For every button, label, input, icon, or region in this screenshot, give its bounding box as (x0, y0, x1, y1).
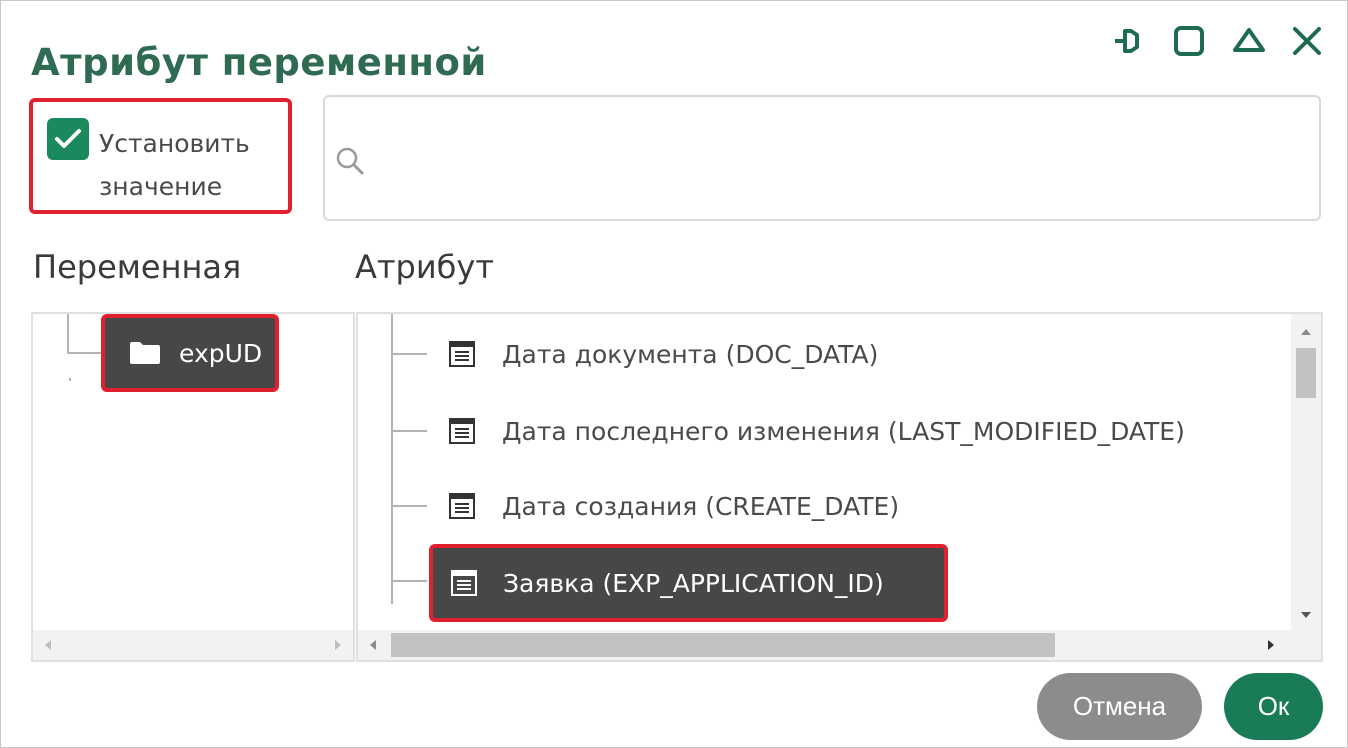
set-value-label[interactable]: Установить значение (99, 122, 279, 208)
dialog-title: Атрибут переменной (31, 41, 487, 84)
tree-connector (391, 430, 427, 432)
table-icon (448, 492, 476, 520)
checkmark-icon (55, 129, 81, 148)
folder-icon (129, 341, 161, 365)
attribute-item[interactable]: Дата документа (DOC_DATA) (448, 334, 878, 374)
variable-column-header: Переменная (33, 248, 242, 286)
scroll-right-arrow-icon[interactable] (335, 640, 341, 650)
attribute-vertical-scrollbar[interactable] (1291, 314, 1321, 630)
tree-node-label: expUD (179, 338, 263, 368)
scroll-down-arrow-icon[interactable] (1301, 612, 1311, 618)
tree-node-expud[interactable]: expUD (101, 314, 279, 392)
maximize-icon (1174, 26, 1204, 56)
collapse-icon (1233, 28, 1265, 52)
scroll-left-arrow-icon[interactable] (45, 640, 51, 650)
table-icon (448, 417, 476, 445)
scroll-right-arrow-icon[interactable] (1268, 640, 1274, 650)
attribute-horizontal-scrollbar[interactable] (358, 630, 1321, 660)
attribute-item-label: Заявка (EXP_APPLICATION_ID) (503, 568, 884, 598)
attribute-item-label: Дата последнего изменения (LAST_MODIFIED… (502, 416, 1185, 446)
attribute-tree-panel: Дата документа (DOC_DATA) Дата последнег… (356, 312, 1323, 662)
tree-connector (69, 378, 71, 381)
tree-connector (391, 580, 427, 582)
close-icon (1293, 27, 1321, 55)
tree-connector (391, 353, 427, 355)
search-icon (336, 147, 364, 175)
scroll-left-arrow-icon[interactable] (370, 640, 376, 650)
ok-button[interactable]: Ок (1224, 673, 1323, 740)
scroll-up-arrow-icon[interactable] (1301, 329, 1311, 335)
horizontal-scroll-thumb[interactable] (391, 633, 1055, 657)
set-value-checkbox[interactable] (47, 118, 89, 160)
attribute-item-label: Дата документа (DOC_DATA) (502, 339, 879, 369)
set-value-highlight: Установить значение (29, 98, 292, 214)
pin-button[interactable] (1109, 19, 1153, 63)
attribute-item[interactable]: Дата создания (CREATE_DATE) (448, 486, 899, 526)
attribute-item-label: Дата создания (CREATE_DATE) (502, 491, 900, 521)
close-button[interactable] (1285, 19, 1329, 63)
table-icon (448, 340, 476, 368)
attribute-column-header: Атрибут (355, 248, 494, 286)
search-box[interactable] (323, 95, 1321, 221)
tree-connector (67, 352, 103, 354)
pin-icon (1115, 29, 1139, 53)
tree-connector (391, 314, 393, 604)
window-controls (1109, 19, 1329, 63)
attribute-item-selected[interactable]: Заявка (EXP_APPLICATION_ID) (429, 544, 948, 622)
vertical-scroll-thumb[interactable] (1296, 348, 1316, 398)
variable-horizontal-scrollbar[interactable] (33, 630, 353, 660)
attribute-dialog: Атрибут переменной Установить значение П… (0, 0, 1348, 748)
table-icon (450, 569, 478, 597)
tree-connector (391, 505, 427, 507)
tree-connector (67, 314, 69, 354)
collapse-button[interactable] (1227, 19, 1271, 63)
variable-tree-panel: expUD (31, 312, 355, 662)
search-input[interactable] (375, 127, 1299, 189)
maximize-button[interactable] (1167, 19, 1211, 63)
attribute-item[interactable]: Дата последнего изменения (LAST_MODIFIED… (448, 411, 1185, 451)
cancel-button[interactable]: Отмена (1037, 673, 1202, 740)
